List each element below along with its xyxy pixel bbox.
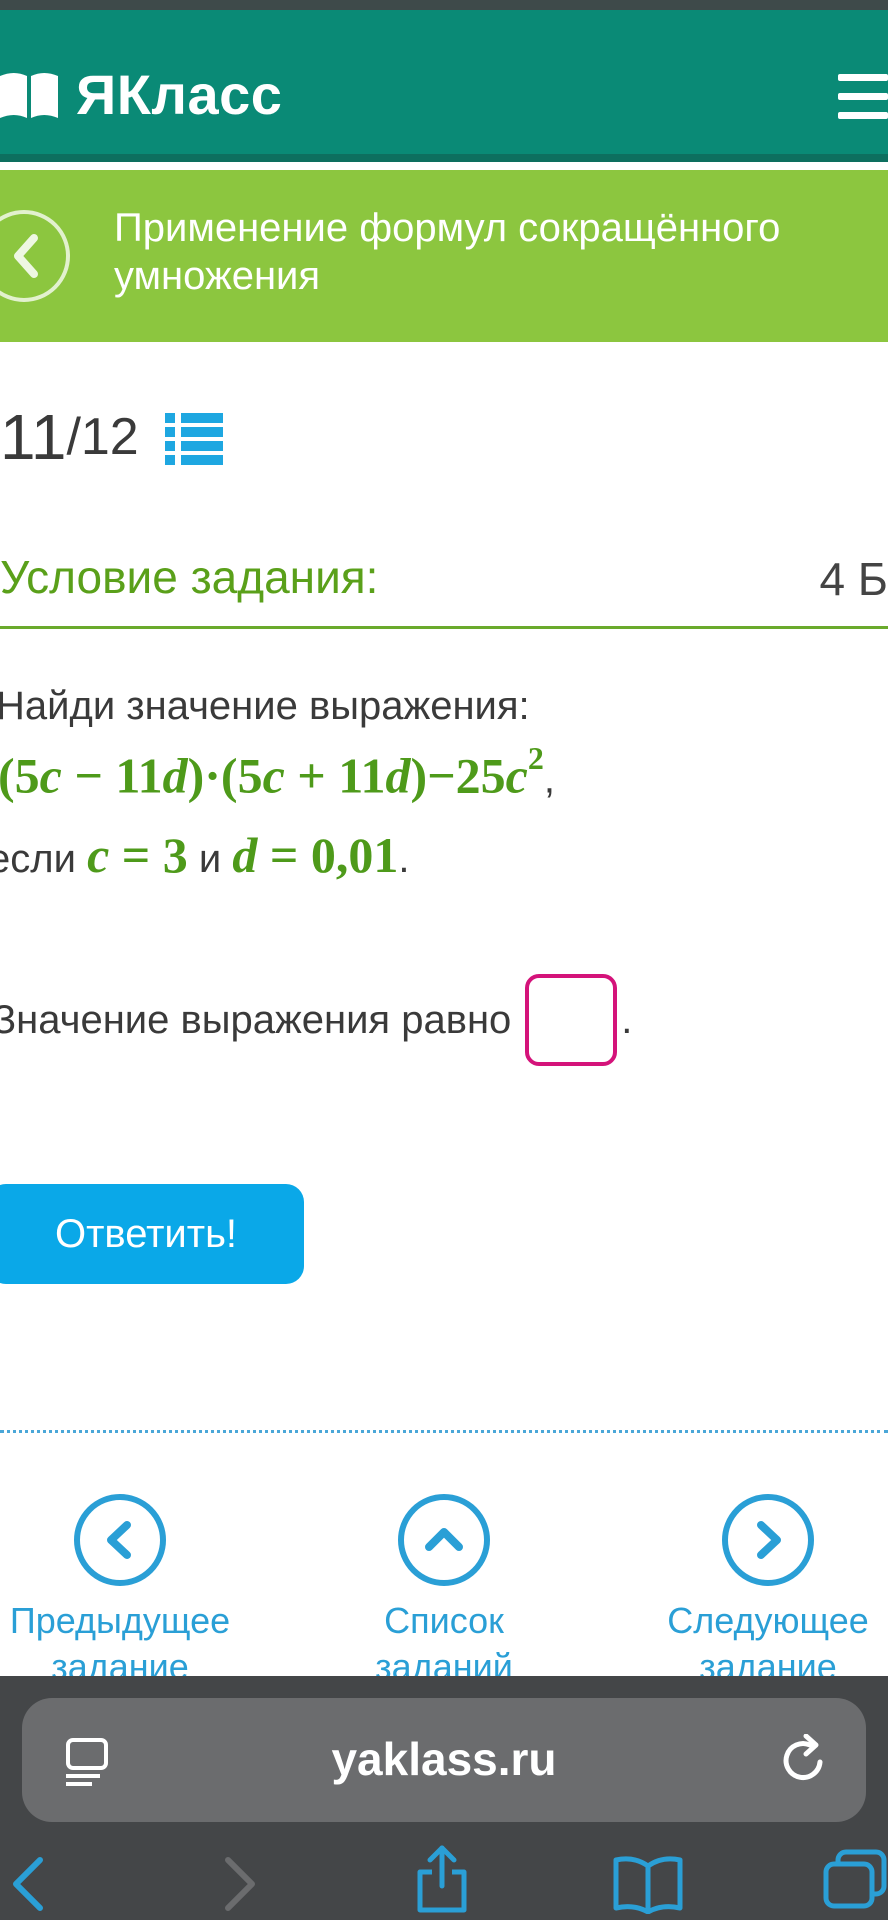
counter-current: 11 xyxy=(0,401,67,473)
next-icon xyxy=(722,1494,814,1586)
status-strip xyxy=(0,0,888,10)
bookmarks-icon[interactable] xyxy=(612,1854,684,1914)
answer-input[interactable] xyxy=(525,974,618,1066)
submit-button[interactable]: Ответить! xyxy=(0,1184,304,1284)
back-arrow-icon[interactable] xyxy=(8,1854,48,1914)
reload-icon[interactable] xyxy=(778,1734,828,1786)
task-intro: Найди значение выражения: xyxy=(0,684,530,728)
topic-bar: Применение формул сокращённого умножения xyxy=(0,170,888,342)
logo[interactable]: ЯКласс xyxy=(0,62,282,127)
condition-title: Условие задания: xyxy=(0,551,379,603)
math-expression: (5c − 11d)·(5c + 11d)−25c2, xyxy=(0,740,555,804)
task-condition: если c = 3 и d = 0,01. xyxy=(0,827,410,883)
task-list-link[interactable]: Список заданий xyxy=(324,1494,564,1690)
logo-text: ЯКласс xyxy=(76,63,283,126)
prev-icon xyxy=(74,1494,166,1586)
tabs-icon[interactable] xyxy=(822,1848,888,1910)
task-counter: 11 /12 xyxy=(0,400,223,474)
task-list-icon[interactable] xyxy=(164,411,223,465)
hamburger-icon[interactable] xyxy=(838,74,888,120)
share-icon[interactable] xyxy=(414,1844,470,1914)
next-task-link[interactable]: Следующее задание xyxy=(648,1494,888,1690)
site-header: ЯКласс xyxy=(0,10,888,162)
prev-task-link[interactable]: Предыдущее задание xyxy=(0,1494,240,1690)
condition-score: 4 Б xyxy=(819,553,888,605)
expression-comma: , xyxy=(543,757,555,802)
up-icon xyxy=(398,1494,490,1586)
topic-title: Применение формул сокращённого умножения xyxy=(114,206,781,298)
book-icon xyxy=(0,72,58,118)
back-circle-icon[interactable] xyxy=(0,210,70,302)
answer-row: Значение выражения равно . xyxy=(0,974,632,1066)
url-text: yaklass.ru xyxy=(331,1733,557,1785)
answer-label: Значение выражения равно xyxy=(0,997,512,1042)
divider xyxy=(0,626,888,629)
answer-suffix: . xyxy=(621,997,633,1042)
dotted-divider xyxy=(0,1430,888,1433)
browser-chrome: yaklass.ru xyxy=(0,1676,888,1920)
address-bar[interactable]: yaklass.ru xyxy=(22,1698,866,1822)
forward-arrow-icon[interactable] xyxy=(220,1854,260,1914)
counter-total: /12 xyxy=(66,408,139,466)
